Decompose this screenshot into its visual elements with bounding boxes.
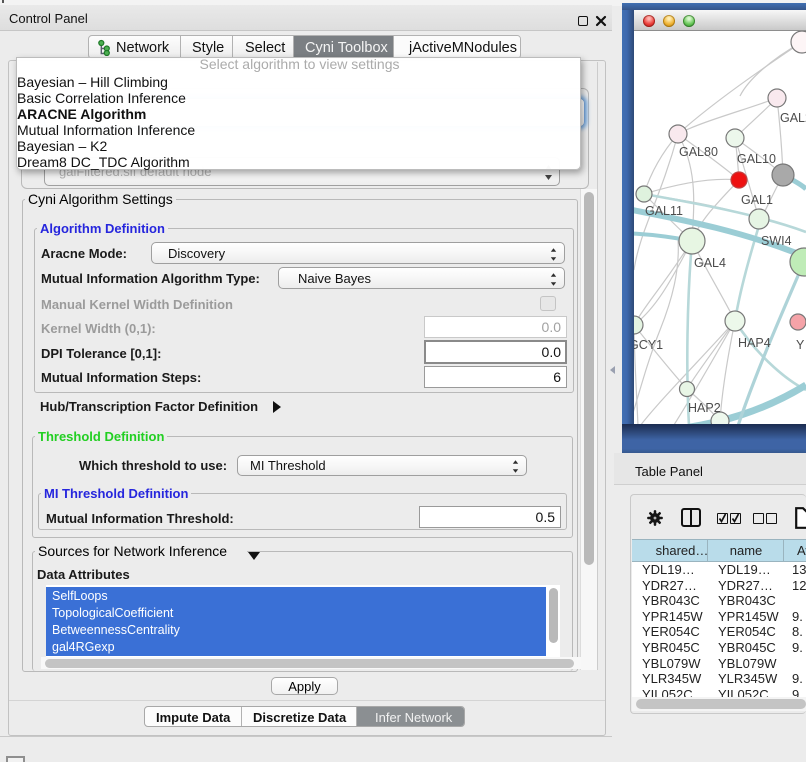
svg-text:GAL2: GAL2: [780, 111, 806, 125]
svg-text:GCY1: GCY1: [634, 338, 663, 352]
svg-text:GAL11: GAL11: [645, 204, 683, 218]
svg-text:GAL10: GAL10: [737, 152, 776, 166]
svg-text:GAL4: GAL4: [694, 256, 726, 270]
svg-text:GAL80: GAL80: [679, 145, 718, 159]
svg-text:Y: Y: [796, 338, 805, 352]
svg-text:HAP2: HAP2: [688, 401, 721, 415]
svg-text:GAL1: GAL1: [741, 193, 773, 207]
svg-text:SWI4: SWI4: [761, 234, 792, 248]
svg-text:HAP4: HAP4: [738, 336, 771, 350]
